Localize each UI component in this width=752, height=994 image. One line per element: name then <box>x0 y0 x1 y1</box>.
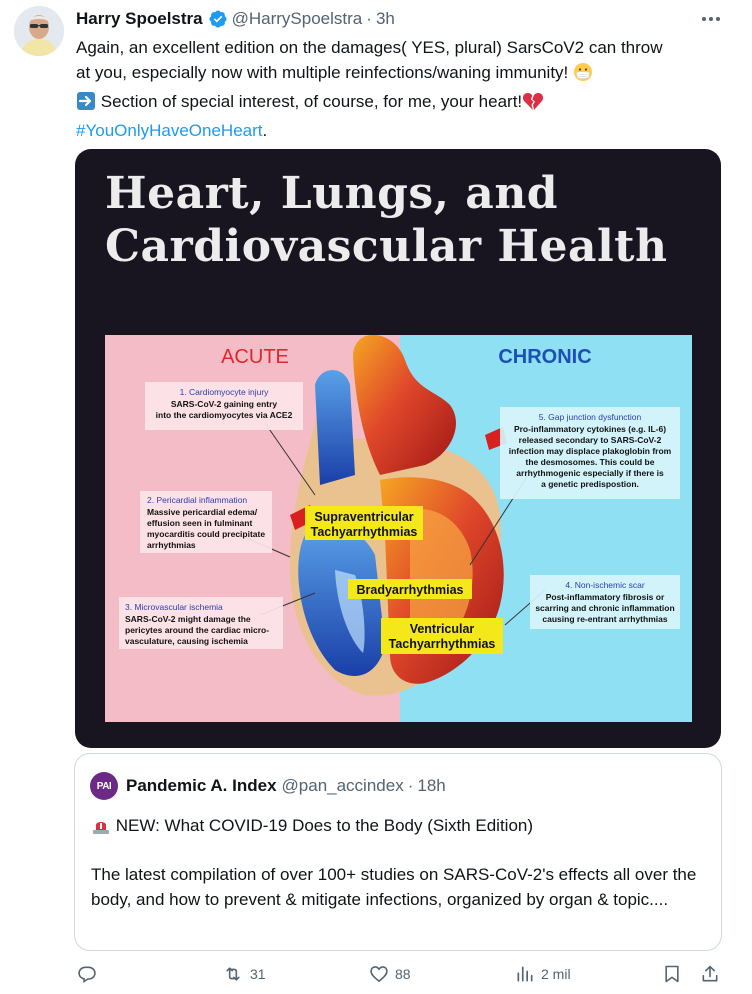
svg-text:vasculature, causing ischemia: vasculature, causing ischemia <box>125 636 248 646</box>
share-icon <box>702 965 718 982</box>
view-count: 2 mil <box>541 966 571 982</box>
tweet-text-span: at you, especially now with multiple rei… <box>76 63 569 82</box>
acute-label: ACUTE <box>221 346 289 368</box>
quoted-author-handle[interactable]: @pan_accindex <box>282 776 404 796</box>
heart-diagram: ACUTE CHRONIC 1. Cardiomyocyte injury SA… <box>105 335 692 722</box>
author-avatar[interactable] <box>14 6 64 56</box>
media-title-line: Cardiovascular Health <box>105 221 668 272</box>
svg-text:scarring and chronic inflammat: scarring and chronic inflammation <box>535 603 674 613</box>
right-arrow-emoji-icon <box>76 91 96 118</box>
views-button[interactable]: 2 mil <box>515 964 571 984</box>
quoted-headline: NEW: What COVID-19 Does to the Body (Six… <box>91 813 533 842</box>
label-supraventricular: Supraventricular <box>314 510 413 524</box>
analytics-icon <box>517 966 533 982</box>
svg-text:Pro-inflammatory cytokines (e.: Pro-inflammatory cytokines (e.g. IL-6) <box>514 424 666 434</box>
label-ventricular-2: Tachyarrhythmias <box>389 637 496 651</box>
info-box-3: 3. Microvascular ischemia SARS-CoV-2 mig… <box>119 597 283 649</box>
svg-text:effusion seen in fulminant: effusion seen in fulminant <box>147 518 252 528</box>
info-box-5: 5. Gap junction dysfunction Pro-inflamma… <box>500 407 680 499</box>
mask-face-emoji-icon <box>573 62 593 89</box>
siren-emoji-icon <box>91 815 111 842</box>
svg-text:SARS-CoV-2 gaining entry: SARS-CoV-2 gaining entry <box>171 399 278 409</box>
quoted-tweet-header: PAI Pandemic A. Index @pan_accindex · 18… <box>90 772 446 800</box>
svg-text:arrhythmias: arrhythmias <box>147 540 196 550</box>
quoted-author-name[interactable]: Pandemic A. Index <box>126 776 277 796</box>
tweet-text-line: Section of special interest, of course, … <box>76 89 736 118</box>
verified-badge-icon <box>208 9 228 29</box>
tweet-text: Again, an excellent edition on the damag… <box>76 35 736 143</box>
svg-text:arrhythmogenic especially if t: arrhythmogenic especially if there is <box>516 468 664 478</box>
media-title-line: Heart, Lungs, and <box>105 168 559 219</box>
tweet-text-span: Section of special interest, of course, … <box>100 92 523 111</box>
separator-dot: · <box>407 776 414 795</box>
tweet-text-line: at you, especially now with multiple rei… <box>76 60 736 89</box>
info-box-2: 2. Pericardial inflammation Massive peri… <box>140 491 272 553</box>
more-options-icon[interactable] <box>696 6 726 32</box>
svg-text:the desmosomes. This could be: the desmosomes. This could be <box>526 457 655 467</box>
info-box-1: 1. Cardiomyocyte injury SARS-CoV-2 gaini… <box>145 382 303 430</box>
share-button[interactable] <box>700 964 720 984</box>
quoted-author-avatar[interactable]: PAI <box>90 772 118 800</box>
author-handle[interactable]: @HarrySpoelstra <box>232 9 363 29</box>
svg-text:Post-inflammatory fibrosis or: Post-inflammatory fibrosis or <box>546 592 665 602</box>
quoted-timestamp[interactable]: 18h <box>417 776 445 796</box>
tweet-header: Harry Spoelstra @HarrySpoelstra · 3h <box>76 7 395 31</box>
svg-text:infection may displace plakogl: infection may displace plakoglobin from <box>509 446 672 456</box>
svg-text:released secondary to SARS-CoV: released secondary to SARS-CoV-2 <box>519 435 662 445</box>
svg-text:Massive pericardial edema/: Massive pericardial edema/ <box>147 507 258 517</box>
reply-button[interactable] <box>77 964 97 984</box>
tweet-media-image[interactable]: Heart, Lungs, and Cardiovascular Health … <box>75 149 721 748</box>
quoted-body-text: The latest compilation of over 100+ stud… <box>91 865 697 909</box>
retweet-button[interactable]: 31 <box>222 964 266 984</box>
retweet-icon <box>226 967 240 981</box>
svg-text:1. Cardiomyocyte injury: 1. Cardiomyocyte injury <box>180 387 270 397</box>
label-supraventricular-2: Tachyarrhythmias <box>311 525 418 539</box>
tweet-text-line: #YouOnlyHaveOneHeart. <box>76 118 736 143</box>
info-box-4: 4. Non-ischemic scar Post-inflammatory f… <box>530 575 680 629</box>
bookmark-icon <box>665 965 679 983</box>
separator-dot: · <box>366 9 372 28</box>
svg-text:myocarditis could precipitate: myocarditis could precipitate <box>147 529 265 539</box>
media-title: Heart, Lungs, and Cardiovascular Health <box>105 167 668 273</box>
label-bradyarrhythmias: Bradyarrhythmias <box>357 583 464 597</box>
timestamp[interactable]: 3h <box>376 9 395 29</box>
svg-text:2. Pericardial inflammation: 2. Pericardial inflammation <box>147 495 247 505</box>
like-count: 88 <box>395 966 411 982</box>
chronic-label: CHRONIC <box>498 346 591 368</box>
tweet-text-span: . <box>262 121 268 140</box>
reply-icon <box>78 966 96 983</box>
like-button[interactable]: 88 <box>369 964 411 984</box>
svg-text:into the cardiomyocytes via AC: into the cardiomyocytes via ACE2 <box>156 410 293 420</box>
svg-text:SARS-CoV-2 might damage the: SARS-CoV-2 might damage the <box>125 614 251 624</box>
tweet-action-bar: 31 88 2 mil <box>0 964 752 994</box>
quoted-headline-text: NEW: What COVID-19 Does to the Body (Six… <box>115 816 534 835</box>
bookmark-button[interactable] <box>662 964 682 984</box>
svg-text:pericytes around the cardiac m: pericytes around the cardiac micro- <box>125 625 269 635</box>
svg-text:5. Gap junction dysfunction: 5. Gap junction dysfunction <box>539 412 642 422</box>
hashtag-link[interactable]: #YouOnlyHaveOneHeart <box>76 121 263 140</box>
svg-text:causing re-entrant arrhythmias: causing re-entrant arrhythmias <box>542 614 667 624</box>
retweet-count: 31 <box>250 966 266 982</box>
svg-text:4. Non-ischemic scar: 4. Non-ischemic scar <box>565 580 645 590</box>
label-ventricular: Ventricular <box>410 622 475 636</box>
heart-icon <box>370 966 388 983</box>
quoted-tweet-card[interactable]: PAI Pandemic A. Index @pan_accindex · 18… <box>74 753 722 951</box>
tweet-text-line: Again, an excellent edition on the damag… <box>76 38 663 57</box>
broken-heart-emoji-icon <box>522 91 544 118</box>
svg-text:a genetic predispostion.: a genetic predispostion. <box>541 479 639 489</box>
author-name[interactable]: Harry Spoelstra <box>76 9 203 29</box>
svg-text:3. Microvascular ischemia: 3. Microvascular ischemia <box>125 602 223 612</box>
